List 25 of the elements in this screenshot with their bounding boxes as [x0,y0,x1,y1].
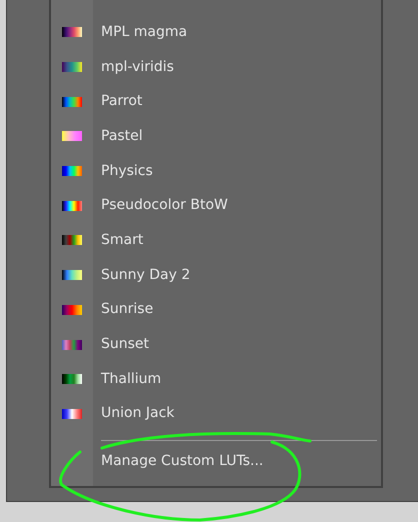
menu-item[interactable]: mpl-viridis [51,50,381,84]
menu-item[interactable]: Physics [51,154,381,188]
colormap-swatch-icon [62,62,82,72]
colormap-swatch-icon [62,166,82,176]
colormap-swatch-icon [62,374,82,384]
menu-item[interactable]: Pseudocolor BtoW [51,188,381,224]
menu-item[interactable]: Sunny Day 2 [51,258,381,292]
menu-item[interactable]: Manage Custom LUTs... [51,441,381,482]
colormap-swatch-icon [62,131,82,142]
colormap-swatch-icon [62,96,82,107]
colormap-swatch-icon [62,270,82,280]
colormap-swatch-icon [62,200,82,211]
colormap-swatch-icon [62,340,82,350]
colormap-swatch-icon [62,27,82,38]
menu-item[interactable]: Smart [51,223,381,258]
menu-item[interactable]: MPL magma [51,15,381,50]
menu-item[interactable]: Sunrise [51,292,381,328]
menu-item[interactable]: Pastel [51,119,381,154]
menu-item[interactable]: Thallium [51,362,381,397]
colormap-swatch-icon [62,408,82,419]
colormap-swatch-icon [62,235,82,246]
menu-item[interactable]: Parrot [51,84,381,120]
menu-item[interactable]: Sunset [51,327,381,362]
colormap-swatch-icon [62,304,82,315]
menu-item[interactable]: Union Jack [51,396,381,432]
